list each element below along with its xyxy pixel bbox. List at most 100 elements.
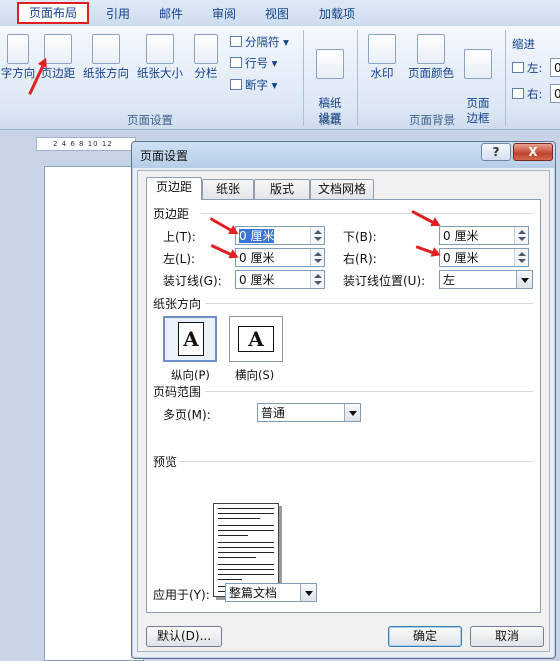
tab-addins[interactable]: 加载项 — [312, 4, 362, 24]
size-label: 纸张大小 — [137, 66, 183, 80]
page-color-icon — [417, 34, 445, 64]
landscape-label[interactable]: 横向(S) — [235, 367, 274, 383]
dialog-titlebar[interactable]: 页面设置 ? X — [132, 142, 555, 168]
size-icon — [146, 34, 174, 64]
apply-to-value: 整篇文档 — [229, 586, 278, 600]
annotation-arrow — [210, 243, 234, 257]
indent-left-input[interactable]: 0 — [550, 58, 560, 77]
indent-left-icon — [512, 62, 524, 73]
group-label-page-background: 页面背景 — [409, 113, 455, 127]
gutter-position-select[interactable]: 左 — [439, 270, 533, 289]
left-label: 左(L): — [163, 252, 196, 266]
columns-icon — [194, 34, 218, 64]
cancel-button[interactable]: 取消 — [470, 626, 544, 647]
bottom-margin-input[interactable]: 0 厘米 — [439, 226, 529, 245]
chevron-down-icon — [314, 281, 322, 285]
ok-button[interactable]: 确定 — [388, 626, 462, 647]
multiple-pages-value: 普通 — [261, 406, 286, 420]
indent-left-label: 左: — [527, 61, 543, 75]
top-margin-input[interactable]: 0 厘米 — [235, 226, 325, 245]
preview-line — [218, 508, 274, 509]
tab-mailings[interactable]: 邮件 — [153, 4, 189, 24]
text-direction-button[interactable]: 字方向 — [0, 34, 36, 81]
multiple-pages-select[interactable]: 普通 — [257, 403, 361, 422]
hyphenation-label: 断字 — [245, 78, 268, 92]
line-numbers-label: 行号 — [245, 56, 268, 70]
bottom-label: 下(B): — [343, 230, 377, 244]
breaks-button[interactable]: 分隔符 ▾ — [230, 34, 289, 50]
tab-review[interactable]: 审阅 — [206, 4, 242, 24]
group-separator — [505, 30, 506, 126]
tab-doc-grid[interactable]: 文档网格 — [310, 179, 374, 199]
group-label-draft: 稿纸 — [318, 113, 342, 127]
hyphenation-icon — [230, 79, 242, 90]
page-color-button[interactable]: 页面颜色 — [404, 34, 458, 81]
line-numbers-button[interactable]: 行号 ▾ — [230, 55, 277, 71]
tab-margins[interactable]: 页边距 — [146, 177, 202, 200]
help-button[interactable]: ? — [481, 143, 511, 161]
spin-arrows[interactable] — [310, 271, 324, 288]
hyphenation-button[interactable]: 断字 ▾ — [230, 77, 277, 93]
dialog-title: 页面设置 — [140, 149, 189, 163]
spin-arrows[interactable] — [310, 227, 324, 244]
indent-label: 缩进 — [512, 37, 535, 51]
preview-line — [218, 557, 256, 558]
watermark-button[interactable]: 水印 — [364, 34, 400, 81]
columns-button[interactable]: 分栏 — [188, 34, 224, 81]
portrait-option[interactable]: A — [163, 316, 217, 362]
preview-line — [218, 513, 274, 514]
chevron-down-icon[interactable] — [344, 404, 360, 421]
section-divider — [179, 461, 533, 462]
indent-right-input[interactable]: 0 — [550, 84, 560, 103]
close-button[interactable]: X — [513, 143, 553, 161]
tab-view[interactable]: 视图 — [259, 4, 295, 24]
chevron-down-icon — [518, 237, 526, 241]
tab-paper[interactable]: 纸张 — [202, 179, 254, 199]
spin-arrows[interactable] — [310, 249, 324, 266]
tab-references[interactable]: 引用 — [100, 4, 136, 24]
section-pages: 页码范围 — [153, 385, 202, 399]
breaks-icon — [230, 36, 242, 47]
watermark-label: 水印 — [370, 66, 394, 80]
spin-arrows[interactable] — [514, 227, 528, 244]
preview-line — [218, 564, 274, 565]
ribbon-tab-bar: 页面布局 引用 邮件 审阅 视图 加载项 — [0, 0, 560, 26]
right-margin-input[interactable]: 0 厘米 — [439, 248, 529, 267]
chevron-down-icon — [518, 259, 526, 263]
gutter-label: 装订线(G): — [163, 274, 222, 288]
dialog-client: 页边距 纸张 版式 文档网格 页边距 上(T): 0 厘米 下(B): 0 厘米… — [137, 170, 550, 652]
preview-line — [218, 569, 274, 570]
page-color-label: 页面颜色 — [408, 66, 454, 80]
document-page[interactable] — [44, 166, 144, 661]
top-margin-value: 0 厘米 — [239, 229, 275, 243]
chevron-down-icon[interactable] — [300, 584, 316, 601]
orientation-label: 纸张方向 — [83, 66, 129, 80]
default-button[interactable]: 默认(D)... — [146, 626, 222, 647]
chevron-down-icon — [314, 237, 322, 241]
apply-to-select[interactable]: 整篇文档 — [225, 583, 317, 602]
breaks-label: 分隔符 — [245, 35, 280, 49]
group-separator — [357, 30, 358, 126]
section-orientation: 纸张方向 — [153, 297, 202, 311]
chevron-up-icon — [314, 252, 322, 256]
section-preview: 预览 — [153, 455, 178, 469]
gutter-value: 0 厘米 — [239, 273, 275, 287]
right-margin-value: 0 厘米 — [443, 251, 479, 265]
preview-line — [218, 525, 274, 526]
landscape-option[interactable]: A — [229, 316, 283, 362]
left-margin-input[interactable]: 0 厘米 — [235, 248, 325, 267]
size-button[interactable]: 纸张大小 — [134, 34, 186, 81]
orientation-button[interactable]: 纸张方向 — [80, 34, 132, 81]
chevron-down-icon[interactable] — [516, 271, 532, 288]
annotation-arrow — [209, 217, 234, 233]
left-margin-value: 0 厘米 — [239, 251, 275, 265]
chevron-up-icon — [518, 230, 526, 234]
gutter-input[interactable]: 0 厘米 — [235, 270, 325, 289]
tab-layout[interactable]: 版式 — [254, 179, 310, 199]
tab-page-layout[interactable]: 页面布局 — [17, 2, 89, 24]
spin-arrows[interactable] — [514, 249, 528, 266]
chevron-up-icon — [518, 252, 526, 256]
portrait-label[interactable]: 纵向(P) — [171, 367, 210, 383]
section-divider — [201, 213, 533, 214]
gutter-position-label: 装订线位置(U): — [343, 274, 426, 288]
